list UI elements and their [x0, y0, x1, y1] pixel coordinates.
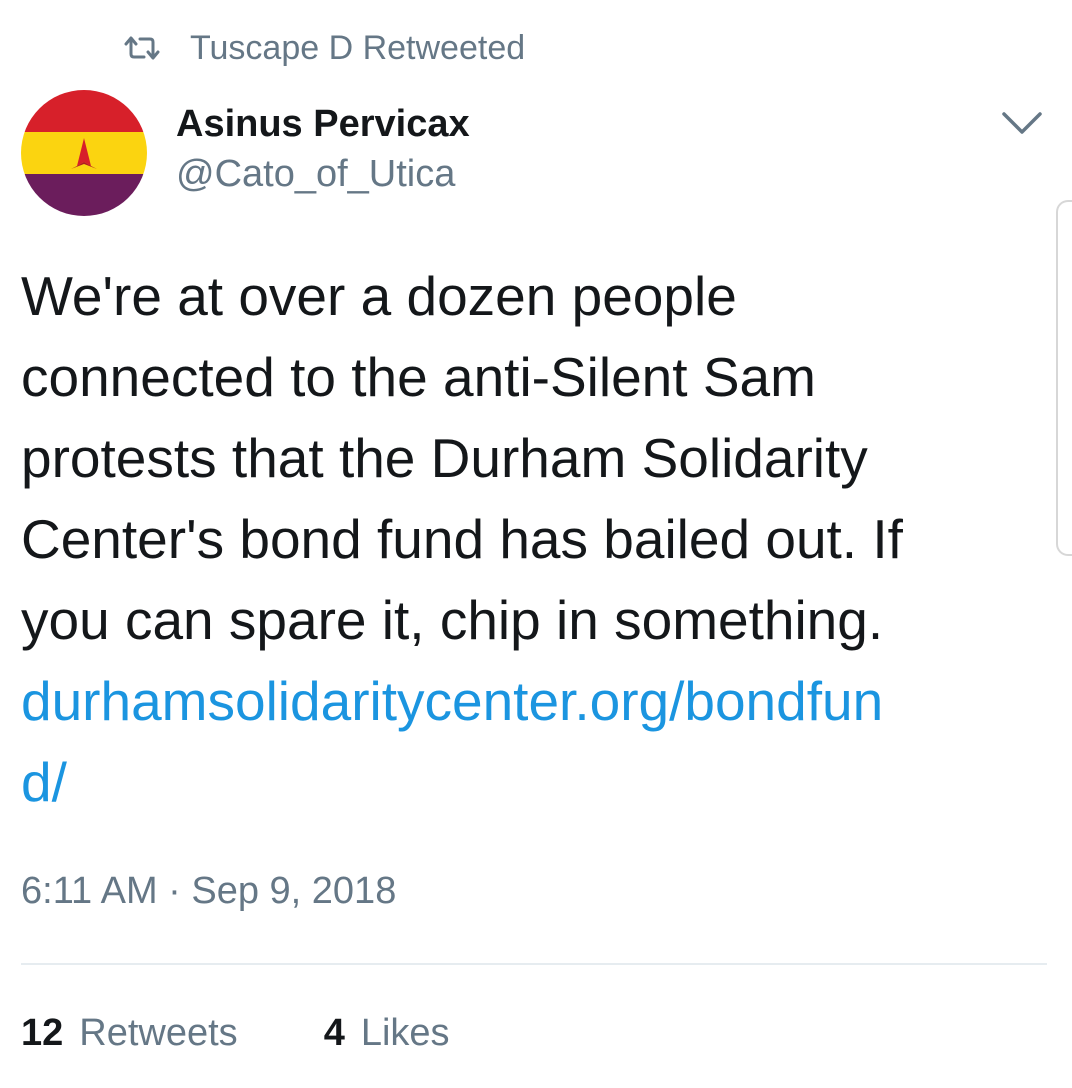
retweet-context-label: Tuscape D Retweeted — [190, 28, 526, 67]
tweet-text-line: Center's bond fund has bailed out. If — [21, 508, 903, 570]
tweet-text-line: connected to the anti-Silent Sam — [21, 346, 816, 408]
tweet-text-line: We're at over a dozen people — [21, 265, 737, 327]
avatar-flag-image — [21, 90, 147, 216]
scroll-handle[interactable] — [1056, 200, 1072, 556]
author-handle[interactable]: @Cato_of_Utica — [176, 148, 470, 200]
likes-stat[interactable]: 4 Likes — [324, 1008, 450, 1058]
likes-count: 4 — [323, 1012, 345, 1054]
author-block: Asinus Pervicax @Cato_of_Utica — [176, 100, 470, 200]
retweet-icon — [124, 36, 160, 60]
tweet-detail-screen: Tuscape D Retweeted Asinus Pervicax @Cat… — [0, 0, 1072, 1088]
tweet-link[interactable]: durhamsolidaritycenter.org/bondfun — [21, 661, 1051, 742]
chevron-down-icon[interactable] — [996, 104, 1048, 144]
tweet-link-continuation[interactable]: d/ — [21, 742, 1051, 823]
retweet-context[interactable]: Tuscape D Retweeted — [122, 26, 525, 70]
tweet-text-line: protests that the Durham Solidarity — [21, 427, 868, 489]
tweet-timestamp[interactable]: 6:11 AM · Sep 9, 2018 — [21, 866, 396, 916]
retweets-count: 12 — [21, 1012, 64, 1054]
retweets-label: Retweets — [79, 1012, 238, 1054]
divider — [21, 963, 1047, 965]
tweet-text-line: you can spare it, chip in something. — [21, 589, 884, 651]
avatar[interactable] — [21, 90, 147, 216]
retweets-stat[interactable]: 12 Retweets — [21, 1008, 238, 1058]
likes-label: Likes — [360, 1012, 450, 1054]
author-name[interactable]: Asinus Pervicax — [176, 100, 470, 148]
tweet-body: We're at over a dozen people connected t… — [21, 256, 1051, 823]
tweet-stats: 12 Retweets 4 Likes — [21, 1008, 450, 1058]
